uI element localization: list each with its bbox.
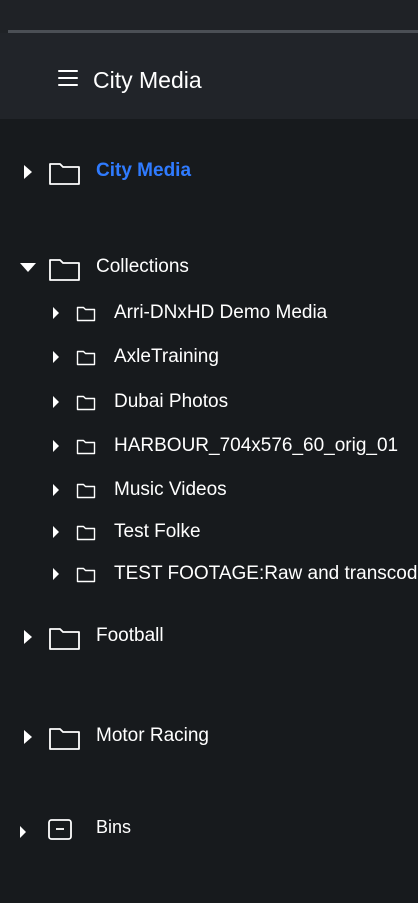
tree-subitem[interactable]: AxleTraining [0, 343, 418, 373]
tree-subitem[interactable]: Music Videos [0, 476, 418, 506]
expand-caret-icon[interactable] [53, 568, 59, 580]
folder-tree: City Media Collections Arri-DNxHD Demo M… [0, 119, 418, 879]
tree-item-label: City Media [96, 160, 192, 181]
folder-icon [49, 628, 80, 650]
hamburger-menu-icon[interactable] [58, 69, 80, 87]
header-title: City Media [93, 67, 202, 93]
expand-caret-icon[interactable] [24, 165, 32, 179]
tree-item-label: Motor Racing [96, 725, 209, 746]
expand-caret-icon[interactable] [24, 730, 32, 744]
folder-icon [76, 525, 96, 541]
tree-item-motor-racing[interactable]: Motor Racing [0, 722, 418, 752]
tree-item-label: Football [96, 625, 164, 646]
folder-icon [76, 395, 96, 411]
expand-caret-icon[interactable] [53, 351, 59, 363]
tree-subitem[interactable]: Arri-DNxHD Demo Media [0, 299, 418, 329]
expand-caret-icon[interactable] [53, 396, 59, 408]
tree-item-label: Music Videos [114, 479, 227, 500]
bin-icon [48, 819, 72, 840]
tree-item-label: AxleTraining [114, 346, 219, 367]
expand-caret-icon[interactable] [53, 307, 59, 319]
tree-subitem[interactable]: HARBOUR_704x576_60_orig_01 [0, 432, 418, 462]
bottom-strip [0, 879, 418, 903]
app-header: City Media [0, 33, 418, 119]
expand-caret-icon[interactable] [53, 526, 59, 538]
folder-icon [76, 439, 96, 455]
folder-icon [76, 483, 96, 499]
tree-item-label: Dubai Photos [114, 391, 229, 412]
expand-caret-icon[interactable] [53, 440, 59, 452]
expand-caret-icon[interactable] [24, 630, 32, 644]
collapse-caret-icon[interactable] [20, 263, 36, 272]
tree-item-label: Collections [96, 256, 189, 277]
tree-item-bins[interactable]: Bins [0, 816, 418, 846]
folder-icon [76, 306, 96, 322]
tree-item-football[interactable]: Football [0, 622, 418, 652]
tree-item-label: Test Folke [114, 521, 201, 542]
tree-item-label: Arri-DNxHD Demo Media [114, 302, 328, 323]
tree-item-collections[interactable]: Collections [0, 253, 418, 283]
folder-icon [49, 163, 80, 185]
tree-item-label: HARBOUR_704x576_60_orig_01 [114, 435, 399, 456]
tree-item-city-media[interactable]: City Media [0, 157, 418, 187]
tree-subitem[interactable]: Test Folke [0, 518, 418, 548]
folder-icon [49, 728, 80, 750]
tree-subitem[interactable]: TEST FOOTAGE:Raw and transcoded [0, 560, 418, 590]
folder-icon [76, 350, 96, 366]
tree-item-label: Bins [96, 817, 132, 837]
window-top-bar [0, 0, 418, 30]
tree-subitem[interactable]: Dubai Photos [0, 388, 418, 418]
folder-icon [49, 259, 80, 281]
tree-item-label: TEST FOOTAGE:Raw and transcoded [114, 563, 418, 584]
folder-icon [76, 567, 96, 583]
expand-caret-icon[interactable] [20, 826, 26, 838]
expand-caret-icon[interactable] [53, 484, 59, 496]
